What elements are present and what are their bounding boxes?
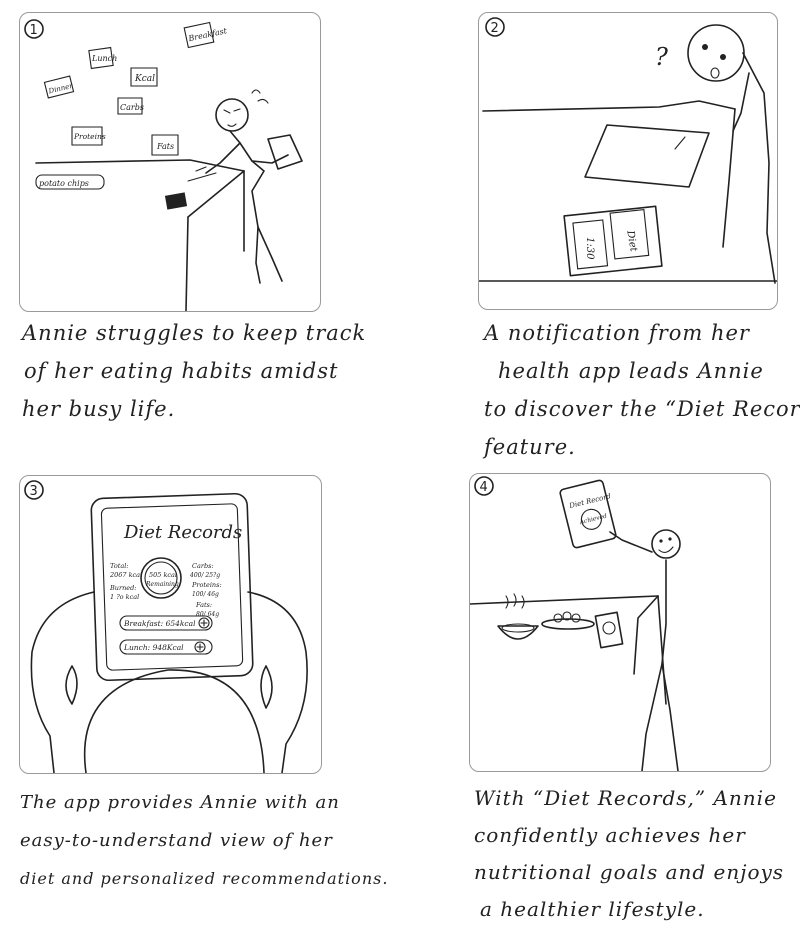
remaining-label: Remaining (145, 581, 179, 588)
panel-3-number: 3 (30, 484, 38, 499)
diet-records-title: Diet Records (123, 522, 242, 543)
panel-1-caption: Annie struggles to keep track of her eat… (22, 321, 367, 421)
total-value: 2067 kcal (109, 571, 142, 579)
lunch-row: Lunch: 948Kcal (123, 643, 184, 652)
held-phone-icon (559, 480, 616, 549)
phone-on-table-icon (164, 192, 188, 210)
panel-3-sketch: 3 Diet Records Total: 2067 kcal Burned: … (20, 476, 321, 773)
chips-bag-icon (268, 135, 302, 169)
note-fats: Fats (156, 142, 174, 151)
phone-time: 1:30 (584, 237, 595, 260)
fats-label: Fats: (195, 601, 212, 609)
annie-head-icon (652, 530, 680, 558)
panel-3-caption: The app provides Annie with an easy-to-u… (20, 792, 389, 888)
annie-back-of-head (85, 670, 264, 773)
note-lunch: Lunch (91, 54, 117, 63)
question-mark-icon: ? (655, 43, 668, 71)
panel-2-sketch: 2 ? 1:30 Diet (479, 13, 777, 309)
held-phone-title: Diet Record (568, 492, 613, 510)
panel-1-number: 1 (30, 23, 38, 38)
potato-chips-label: potato chips (39, 179, 89, 188)
phone-app-label: Diet (624, 229, 639, 254)
note-dinner: Dinner (47, 82, 74, 96)
carbs-label: Carbs: (192, 562, 214, 570)
proteins-label: Proteins: (191, 581, 222, 589)
panel-4-caption: With “Diet Records,” Annie confidently a… (474, 786, 785, 921)
panel-2-number: 2 (491, 21, 499, 36)
proteins-value: 100/ 46g (192, 591, 219, 598)
annie-head-icon (688, 25, 744, 81)
breakfast-row: Breakfast: 654kcal (123, 619, 196, 628)
storyboard-panel-4: 4 Diet Record Achieved (469, 473, 771, 772)
note-carbs: Carbs (120, 103, 144, 112)
note-proteins: Proteins (73, 132, 106, 141)
carbs-value: 400/ 25?g (189, 572, 220, 579)
remaining-value: 505 kcal (149, 571, 177, 579)
note-kcal: Kcal (134, 74, 155, 84)
storyboard-panel-1: 1 Breakfast Lunch Kcal Dinner Carbs Prot… (19, 12, 321, 312)
storyboard-panel-2: 2 ? 1:30 Diet (478, 12, 778, 310)
panel-1-sketch: 1 Breakfast Lunch Kcal Dinner Carbs Prot… (20, 13, 320, 311)
burned-label: Burned: (109, 584, 136, 592)
panel-2-caption: A notification from her health app leads… (484, 321, 800, 459)
note-breakfast: Breakfast (187, 26, 229, 43)
panel-4-number: 4 (480, 480, 488, 495)
total-label: Total: (110, 562, 129, 570)
burned-value: 1 ?o kcal (110, 593, 139, 601)
food-plate-icon (542, 619, 594, 629)
panel-4-sketch: 4 Diet Record Achieved (470, 474, 770, 771)
storyboard-panel-3: 3 Diet Records Total: 2067 kcal Burned: … (19, 475, 322, 774)
phone-on-counter-icon (595, 612, 622, 647)
